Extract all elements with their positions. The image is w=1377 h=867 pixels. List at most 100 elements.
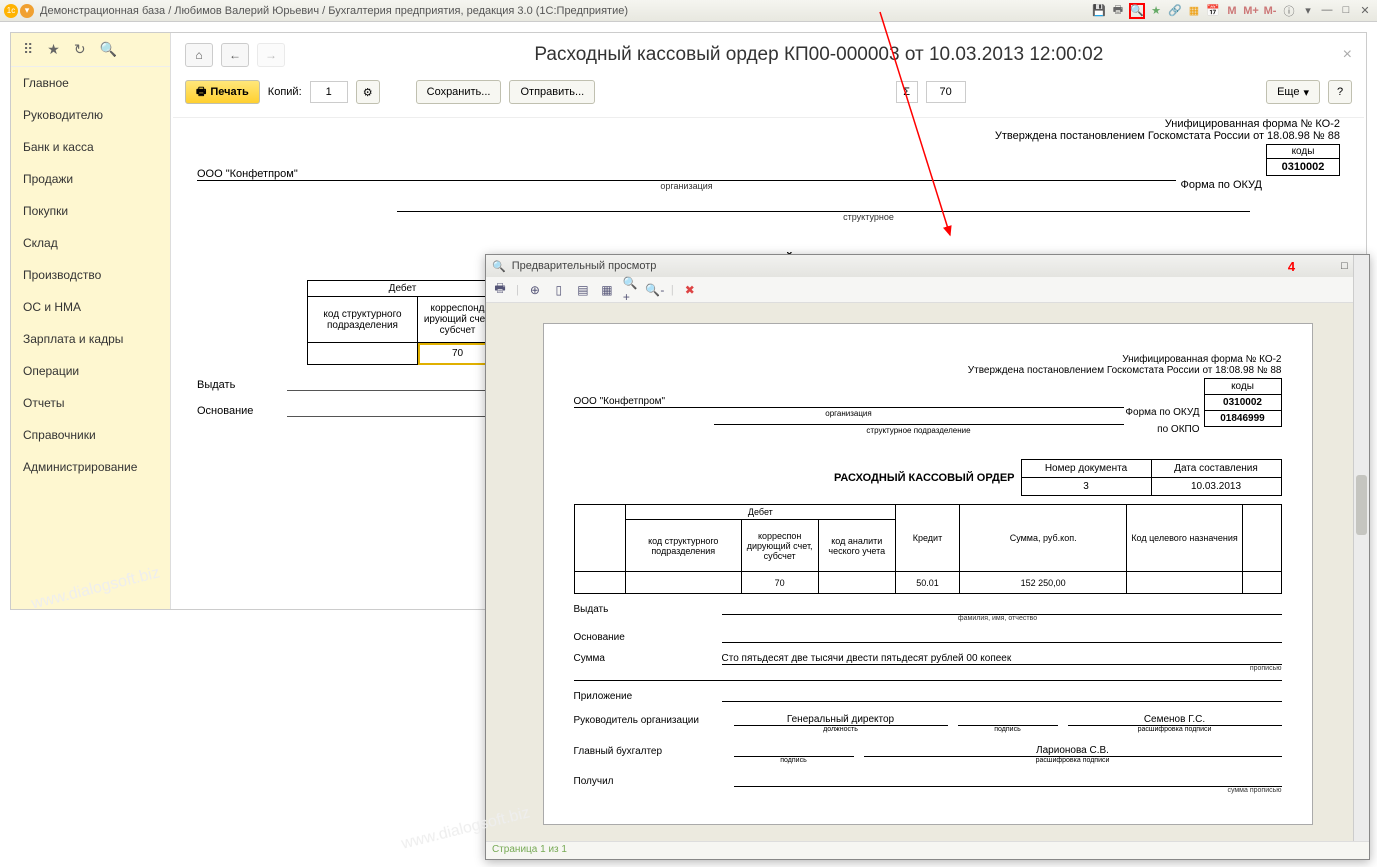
sidebar-item-main[interactable]: Главное [11, 67, 170, 99]
maximize-button[interactable]: □ [1338, 4, 1354, 18]
pw-doc-title: РАСХОДНЫЙ КАССОВЫЙ ОРДЕР [574, 459, 1021, 496]
preview-titlebar: 🔍 Предварительный просмотр 4 □ ✕ [486, 255, 1369, 277]
pw-ruk-pos: Генеральный директор [734, 714, 948, 726]
toolbar: 🖶 Печать Копий: 1 ⚙ Сохранить... Отправи… [171, 77, 1366, 107]
pw-org-sub: организация [574, 409, 1124, 418]
preview-maximize[interactable]: □ [1341, 260, 1348, 272]
page-close-button[interactable]: × [1343, 46, 1352, 64]
pw-pril-lbl: Приложение [574, 691, 714, 702]
pw-col-anal: код аналити ческого учета [818, 520, 895, 572]
m-plus-button[interactable]: M+ [1243, 3, 1259, 19]
pw-summa-lbl: Сумма [574, 653, 714, 665]
pw-kredit-hdr: Кредит [895, 505, 959, 572]
pw-podpis1: подпись [958, 726, 1058, 733]
debit-table: Дебет код структурного подразделения кор… [307, 280, 498, 365]
print-label: Печать [210, 86, 248, 98]
sidebar-item-warehouse[interactable]: Склад [11, 227, 170, 259]
form-header-2: Утверждена постановлением Госкомстата Ро… [197, 130, 1340, 142]
app-logo-icon: 1c [4, 4, 18, 18]
sidebar-item-salary[interactable]: Зарплата и кадры [11, 323, 170, 355]
preview-body[interactable]: Унифицированная форма № КО-2 Утверждена … [486, 303, 1369, 841]
more-button[interactable]: Еще ▾ [1266, 80, 1320, 104]
pw-date: 10.03.2013 [1151, 478, 1281, 496]
settings-button[interactable]: ⚙ [356, 80, 380, 104]
m-minus-button[interactable]: M- [1262, 3, 1278, 19]
pw-propis: прописью [574, 665, 1282, 672]
calc-icon[interactable]: ▦ [1186, 3, 1202, 19]
info-icon[interactable]: ⓘ [1281, 3, 1297, 19]
pw-vydat-lbl: Выдать [574, 604, 714, 615]
vydat-label: Выдать [197, 379, 277, 391]
sidebar-item-catalogs[interactable]: Справочники [11, 419, 170, 451]
okud-value: 0310002 [1267, 159, 1339, 175]
dropdown2-icon[interactable]: ▾ [1300, 3, 1316, 19]
pw-fit-icon[interactable]: ⊕ [527, 282, 543, 298]
pw-close-icon[interactable]: ✖ [682, 282, 698, 298]
sidebar-item-sales[interactable]: Продажи [11, 163, 170, 195]
close-button[interactable]: ✕ [1357, 4, 1373, 18]
minimize-button[interactable]: — [1319, 4, 1335, 18]
link-icon[interactable]: 🔗 [1167, 3, 1183, 19]
osnov-label: Основание [197, 405, 277, 417]
print-icon[interactable]: 🖶 [1110, 3, 1126, 19]
pw-date-hdr: Дата составления [1151, 460, 1281, 478]
pw-numdate-table: Номер документаДата составления 310.03.2… [1021, 459, 1282, 496]
copies-label: Копий: [268, 86, 302, 98]
print-button[interactable]: 🖶 Печать [185, 80, 260, 104]
pw-print-icon[interactable]: 🖶 [492, 282, 508, 298]
preview-scrollbar[interactable] [1353, 255, 1369, 841]
pw-zoomout-icon[interactable]: 🔍- [647, 282, 663, 298]
col-kod: код структурного подразделения [308, 297, 418, 343]
help-button[interactable]: ? [1328, 80, 1352, 104]
sidebar-item-os-nma[interactable]: ОС и НМА [11, 291, 170, 323]
send-button[interactable]: Отправить... [509, 80, 595, 104]
star-icon[interactable]: ★ [1148, 3, 1164, 19]
pw-debit: Дебет [625, 505, 895, 520]
pw-summa-propis: сумма прописью [574, 787, 1282, 794]
history-icon[interactable]: ↻ [74, 41, 86, 58]
sigma-icon[interactable]: Σ [896, 81, 918, 103]
pw-col-korr: корреспон дирующий счет, субсчет [741, 520, 818, 572]
pw-okud-lbl: Форма по ОКУД [1124, 407, 1204, 418]
favorite-icon[interactable]: ★ [47, 41, 60, 58]
calendar-icon[interactable]: 📅 [1205, 3, 1221, 19]
forward-button[interactable]: → [257, 43, 285, 67]
dropdown-icon[interactable]: ▾ [20, 4, 34, 18]
pw-okpo: 01846999 [1205, 411, 1281, 426]
home-button[interactable]: ⌂ [185, 43, 213, 67]
preview-statusbar: Страница 1 из 1 [486, 841, 1369, 859]
sidebar-item-bank[interactable]: Банк и касса [11, 131, 170, 163]
form-header-1: Унифицированная форма № КО-2 [197, 118, 1340, 130]
save-icon[interactable]: 💾 [1091, 3, 1107, 19]
pw-form1: Унифицированная форма № КО-2 [574, 354, 1282, 365]
sidebar-item-reports[interactable]: Отчеты [11, 387, 170, 419]
okud-label: Форма по ОКУД [1176, 179, 1266, 191]
pw-podpis2: подпись [734, 757, 854, 764]
pw-summa-txt: Сто пятьдесят две тысячи двести пятьдеся… [722, 653, 1282, 665]
m-button[interactable]: M [1224, 3, 1240, 19]
sidebar-item-production[interactable]: Производство [11, 259, 170, 291]
save-button[interactable]: Сохранить... [416, 80, 502, 104]
print-preview-icon[interactable]: 🔍 [1129, 3, 1145, 19]
pw-v-korr: 70 [741, 572, 818, 594]
pw-grid-icon[interactable]: ▦ [599, 282, 615, 298]
sidebar-item-operations[interactable]: Операции [11, 355, 170, 387]
back-button[interactable]: ← [221, 43, 249, 67]
sidebar-item-purchases[interactable]: Покупки [11, 195, 170, 227]
sidebar-item-manager[interactable]: Руководителю [11, 99, 170, 131]
copies-spinner[interactable]: 1 [310, 81, 348, 103]
search-icon[interactable]: 🔍 [100, 41, 117, 58]
pw-rasshifr1: расшифровка подписи [1068, 726, 1282, 733]
pw-page-icon[interactable]: ▯ [551, 282, 567, 298]
codes-header: коды [1267, 145, 1339, 159]
pw-buh-lbl: Главный бухгалтер [574, 746, 724, 757]
sidebar-item-admin[interactable]: Администрирование [11, 451, 170, 483]
pw-zoomin-icon[interactable]: 🔍+ [623, 282, 639, 298]
val-kod[interactable] [308, 343, 418, 365]
sigma-value: 70 [926, 81, 966, 103]
apps-icon[interactable]: ⠿ [23, 41, 33, 58]
preview-page: Унифицированная форма № КО-2 Утверждена … [543, 323, 1313, 825]
pw-org-name: ООО "Конфетпром" [574, 396, 1124, 408]
pw-form2: Утверждена постановлением Госкомстата Ро… [574, 365, 1282, 376]
pw-pages-icon[interactable]: ▤ [575, 282, 591, 298]
